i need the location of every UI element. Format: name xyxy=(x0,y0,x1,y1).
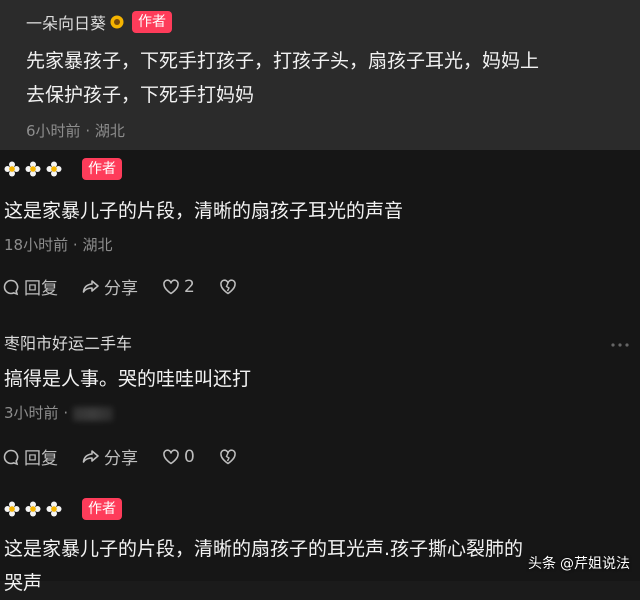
dislike-button[interactable] xyxy=(219,278,237,296)
author-badge: 作者 xyxy=(132,11,173,33)
comment-text: 搞得是人事。哭的哇哇叫还打 xyxy=(4,368,252,390)
share-button[interactable]: 分享 xyxy=(82,444,138,469)
watermark-account: @芹姐说法 xyxy=(560,556,630,572)
share-button[interactable]: 分享 xyxy=(82,274,138,299)
comment-header: 作者 xyxy=(4,158,122,180)
comment-text: 这是家暴儿子的片段，清晰的扇孩子耳光的声音 xyxy=(4,200,404,222)
comment-location: 湖北 xyxy=(82,236,113,254)
reply-button[interactable]: 回复 xyxy=(2,274,58,299)
like-count: 0 xyxy=(184,446,195,467)
comment-header: 作者 xyxy=(4,498,122,520)
comment-actions: 回复 分享 2 xyxy=(2,274,237,299)
dislike-button[interactable] xyxy=(219,448,237,466)
reply-label: 回复 xyxy=(24,279,58,299)
comment-time: 6小时前 xyxy=(26,122,81,140)
flower-icon xyxy=(46,161,62,177)
flower-icon xyxy=(25,161,41,177)
watermark-brand: 头条 xyxy=(528,556,556,572)
meta-separator: · xyxy=(85,122,91,140)
author-badge: 作者 xyxy=(82,158,122,180)
comment-item: 一朵向日葵 作者 先家暴孩子，下死手打孩子，打孩子头，扇孩子耳光，妈妈上 去保护… xyxy=(0,0,640,150)
more-options-icon[interactable] xyxy=(610,342,630,348)
username[interactable] xyxy=(4,161,62,177)
broken-heart-icon xyxy=(220,448,236,464)
meta-separator: · xyxy=(72,236,78,254)
heart-icon xyxy=(163,448,179,464)
reply-button[interactable]: 回复 xyxy=(2,444,58,469)
comment-header: 枣阳市好运二手车 xyxy=(4,330,132,354)
username[interactable]: 一朵向日葵 xyxy=(26,10,106,34)
reply-label: 回复 xyxy=(24,449,58,469)
comment-item: 枣阳市好运二手车 搞得是人事。哭的哇哇叫还打 3小时前 · 回复 分享 0 xyxy=(0,320,640,490)
comment-text: 先家暴孩子，下死手打孩子，打孩子头，扇孩子耳光，妈妈上 去保护孩子，下死手打妈妈 xyxy=(26,50,540,106)
share-icon xyxy=(82,449,99,463)
flower-icon xyxy=(4,501,20,517)
broken-heart-icon xyxy=(220,278,236,294)
like-button[interactable]: 0 xyxy=(162,447,195,467)
comment-time: 18小时前 xyxy=(4,236,69,254)
watermark: 头条 @芹姐说法 xyxy=(528,553,630,573)
meta-separator: · xyxy=(63,404,69,422)
comment-item: 作者 这是家暴儿子的片段，清晰的扇孩子耳光的声音 18小时前 · 湖北 回复 分… xyxy=(0,150,640,320)
reply-icon xyxy=(3,449,19,465)
reply-icon xyxy=(3,279,19,295)
comment-meta: 18小时前 · 湖北 xyxy=(4,234,112,255)
comment-header: 一朵向日葵 作者 xyxy=(26,10,173,34)
author-badge: 作者 xyxy=(82,498,122,520)
comment-meta: 3小时前 · xyxy=(4,402,113,423)
comment-meta: 6小时前 · 湖北 xyxy=(26,120,125,141)
share-label: 分享 xyxy=(104,279,138,299)
share-icon xyxy=(82,279,99,293)
flower-icon xyxy=(46,501,62,517)
comment-location: 湖北 xyxy=(94,122,125,140)
blurred-location xyxy=(72,406,113,421)
flower-icon xyxy=(4,161,20,177)
heart-icon xyxy=(163,278,179,294)
comment-time: 3小时前 xyxy=(4,404,59,422)
like-button[interactable]: 2 xyxy=(162,277,195,297)
flower-icon xyxy=(25,501,41,517)
like-count: 2 xyxy=(184,276,195,297)
share-label: 分享 xyxy=(104,449,138,469)
username[interactable]: 枣阳市好运二手车 xyxy=(4,330,132,354)
comment-actions: 回复 分享 0 xyxy=(2,444,237,469)
username[interactable] xyxy=(4,501,62,517)
sunflower-icon xyxy=(110,15,124,29)
